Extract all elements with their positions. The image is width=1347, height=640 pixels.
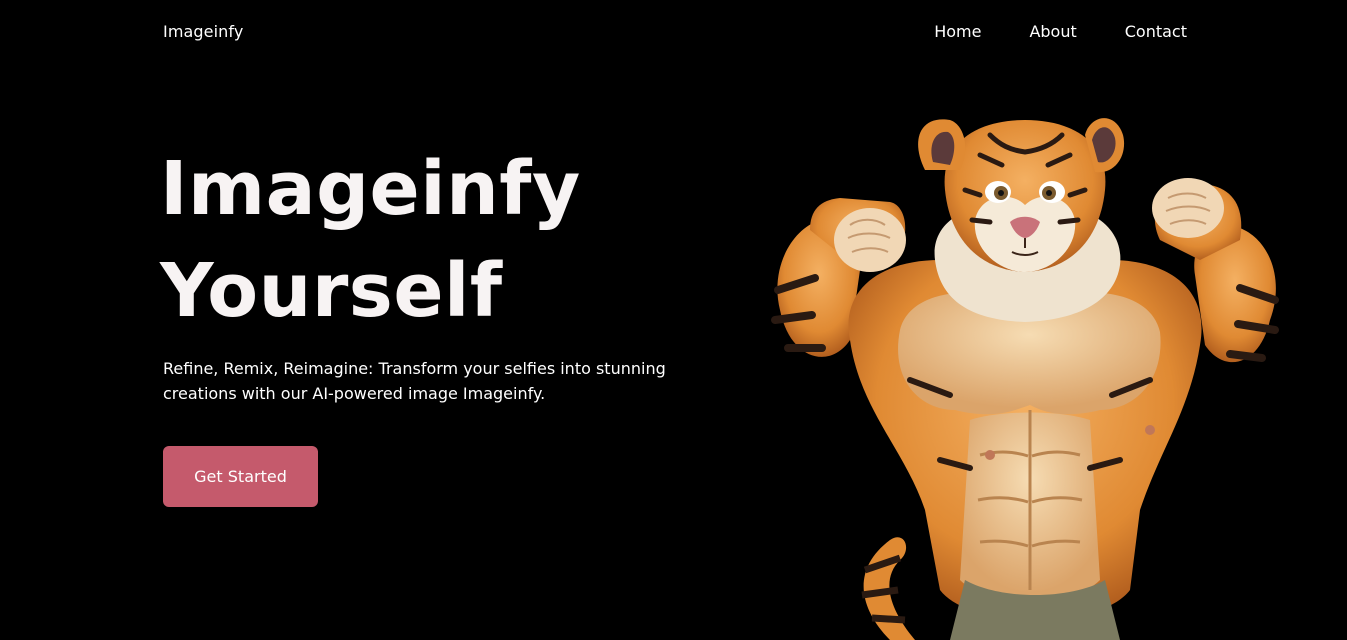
nav-contact-link[interactable]: Contact xyxy=(1125,22,1187,41)
top-navbar: Imageinfy Home About Contact xyxy=(0,0,1347,64)
hero-description: Refine, Remix, Reimagine: Transform your… xyxy=(163,359,666,403)
landing-page: Imageinfy Home About Contact Imageinfy Y… xyxy=(0,0,1347,640)
nav-home-link[interactable]: Home xyxy=(934,22,981,41)
hero-title-line-1: Imageinfy xyxy=(160,146,581,232)
hero-title: Imageinfy Yourself xyxy=(160,138,581,342)
get-started-button[interactable]: Get Started xyxy=(163,446,318,507)
nav-about-link[interactable]: About xyxy=(1029,22,1076,41)
nav-links: Home About Contact xyxy=(934,22,1187,41)
hero-title-line-2: Yourself xyxy=(160,248,503,334)
brand-logo-link[interactable]: Imageinfy xyxy=(163,22,243,41)
tiger-illustration xyxy=(771,118,1279,640)
